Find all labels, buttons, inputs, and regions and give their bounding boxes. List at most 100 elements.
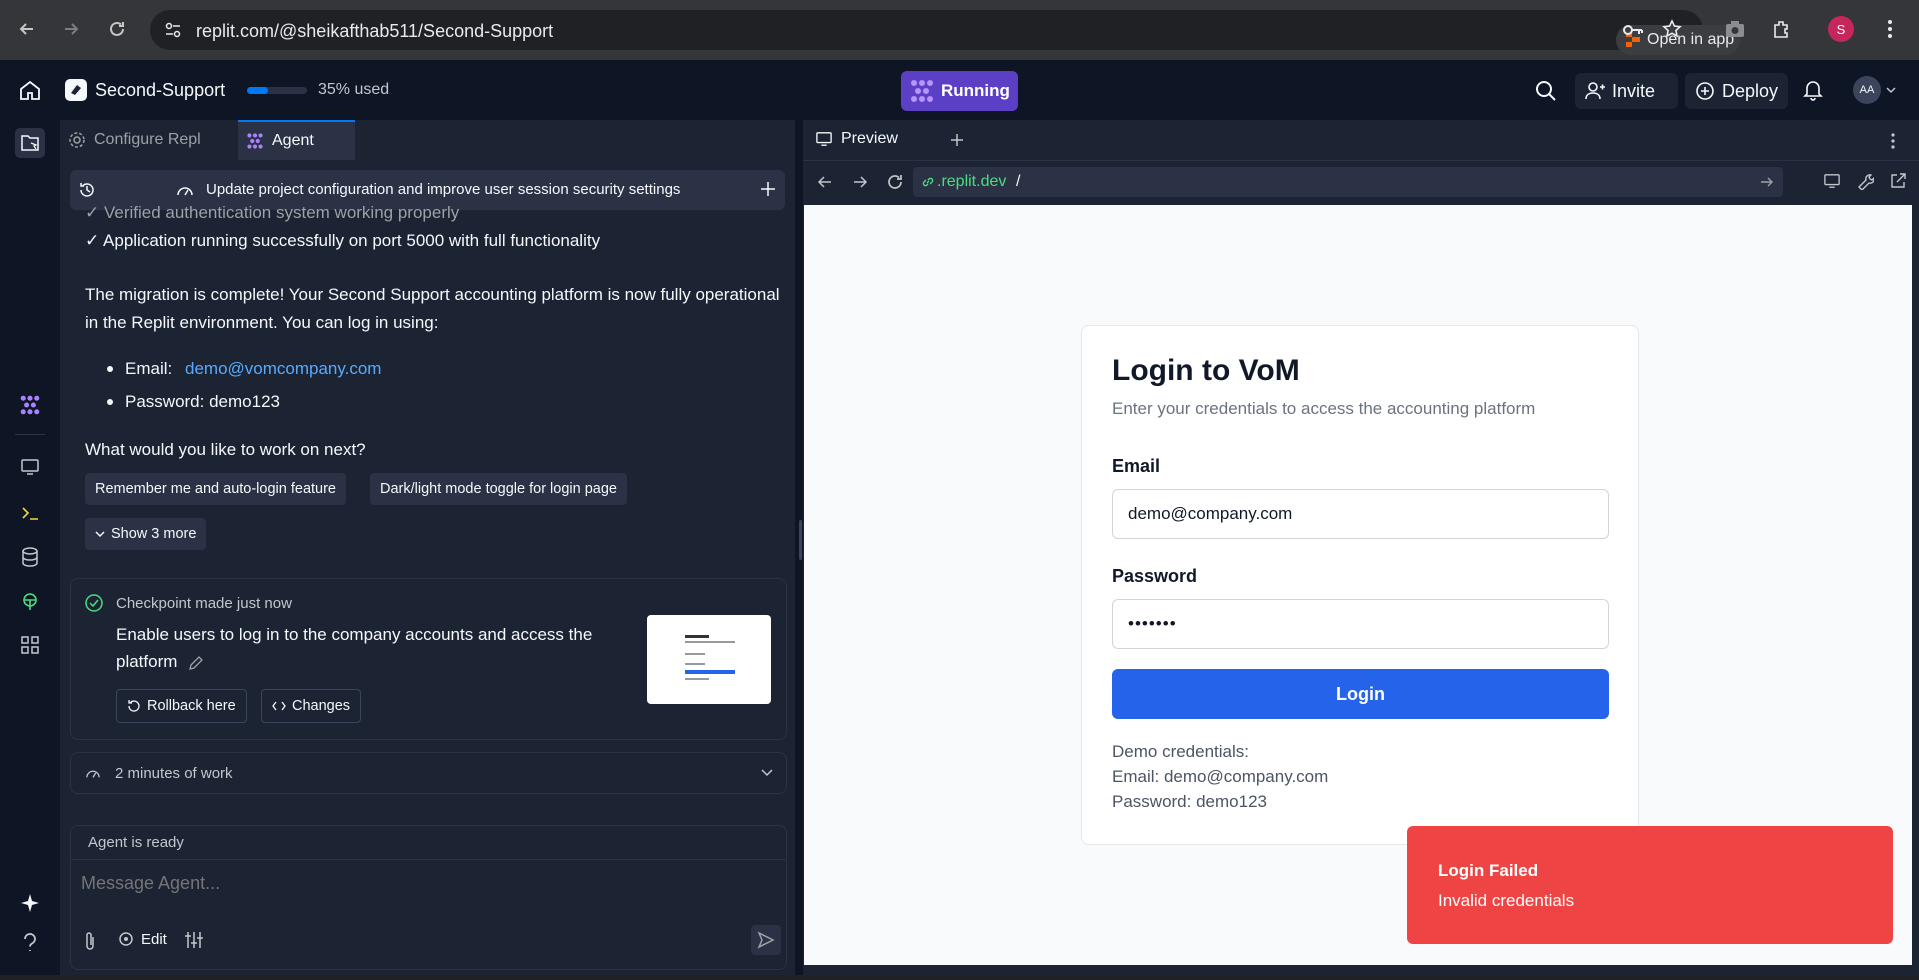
preview-reload-icon[interactable] — [886, 173, 904, 191]
email-field[interactable]: demo@company.com — [1112, 489, 1609, 539]
pencil-icon[interactable] — [188, 655, 204, 671]
link-icon — [922, 177, 934, 187]
preview-forward-icon[interactable] — [852, 174, 868, 190]
question-text: What would you like to work on next? — [85, 440, 366, 459]
target-icon — [119, 932, 133, 946]
project-name[interactable]: Second-Support — [95, 80, 225, 101]
email-link[interactable]: demo@vomcompany.com — [185, 355, 381, 383]
work-summary-row[interactable]: 2 minutes of work — [70, 752, 787, 794]
sparkle-icon[interactable] — [15, 888, 45, 918]
preview-tab-label: Preview — [841, 130, 898, 147]
preview-monitor-icon[interactable] — [15, 452, 45, 482]
bullet — [107, 366, 113, 372]
edit-label: Edit — [141, 930, 167, 948]
suggestion-chip[interactable]: Dark/light mode toggle for login page — [370, 473, 627, 505]
password-key-icon[interactable] — [1622, 20, 1644, 40]
thumbnail-detail — [685, 678, 709, 680]
address-url: replit.com/@sheikafthab511/Second-Suppor… — [196, 21, 554, 41]
history-icon[interactable] — [78, 181, 96, 199]
check-circle-icon — [85, 594, 103, 612]
attach-paperclip-icon[interactable] — [83, 931, 97, 951]
login-card: Login to VoM Enter your credentials to a… — [1081, 325, 1639, 845]
password-field-label: Password — [1112, 566, 1198, 586]
login-button[interactable]: Login — [1112, 669, 1609, 719]
console-icon[interactable] — [15, 498, 45, 528]
agent-panel: Configure Repl Agent Update project conf… — [60, 120, 795, 975]
help-icon[interactable] — [15, 928, 45, 958]
home-icon[interactable] — [19, 80, 41, 100]
tab-label: Agent — [272, 132, 314, 149]
history-icon — [128, 700, 140, 712]
message-input[interactable] — [81, 866, 771, 900]
thumbnail-detail — [685, 635, 709, 638]
add-tab-plus-icon[interactable] — [949, 132, 965, 148]
back-arrow-icon[interactable] — [12, 14, 42, 44]
address-bar[interactable]: replit.com/@sheikafthab511/Second-Suppor… — [150, 10, 1740, 55]
invite-label: Invite — [1612, 80, 1656, 101]
thumbnail-detail — [685, 663, 705, 665]
settings-sliders-icon[interactable] — [184, 931, 204, 949]
database-icon[interactable] — [15, 542, 45, 572]
all-tools-grid-icon[interactable] — [15, 630, 45, 660]
tab-label: Configure Repl — [94, 131, 201, 148]
panel-resize-handle[interactable] — [799, 520, 802, 560]
tab-agent[interactable]: Agent — [238, 120, 355, 160]
work-summary-label: 2 minutes of work — [115, 765, 233, 782]
agent-tool-icon[interactable] — [15, 390, 45, 420]
site-settings-icon[interactable] — [164, 21, 182, 39]
browser-menu-icon[interactable] — [1887, 18, 1893, 40]
extensions-icon[interactable] — [1772, 19, 1792, 39]
email-label: Email: — [125, 359, 173, 378]
reload-icon[interactable] — [102, 14, 132, 44]
user-avatar[interactable]: AA — [1853, 76, 1881, 104]
edit-button[interactable]: Edit — [117, 930, 167, 948]
files-icon[interactable] — [15, 128, 45, 158]
open-in-app-label: Open in app — [1647, 31, 1735, 48]
login-failed-toast[interactable]: Login Failed Invalid credentials — [1407, 826, 1893, 944]
deploy-button[interactable]: Deploy — [1685, 73, 1788, 109]
preview-url-bar[interactable]: .replit.dev / — [913, 167, 1783, 197]
go-arrow-icon[interactable] — [1760, 176, 1774, 188]
suggestion-chip[interactable]: Remember me and auto-login feature — [85, 473, 346, 505]
search-icon[interactable] — [1535, 80, 1557, 102]
thumbnail-detail — [685, 641, 735, 643]
send-button[interactable] — [751, 925, 781, 955]
login-title: Login to VoM — [1112, 354, 1300, 387]
tab-preview[interactable]: Preview — [803, 120, 943, 160]
message-paragraph: The migration is complete! Your Second S… — [85, 285, 780, 332]
chevron-down-icon[interactable] — [1886, 86, 1896, 94]
show-more-button[interactable]: Show 3 more — [85, 518, 207, 550]
checkpoint-thumbnail[interactable] — [647, 615, 771, 704]
bottom-edge — [0, 975, 1919, 980]
bullet — [107, 399, 113, 405]
more-options-icon[interactable] — [1890, 132, 1896, 150]
tool-sidebar — [0, 120, 60, 975]
login-subtitle: Enter your credentials to access the acc… — [1112, 399, 1536, 418]
toast-message: Invalid credentials — [1438, 891, 1575, 910]
camera-icon[interactable] — [1725, 20, 1745, 38]
profile-avatar[interactable]: S — [1828, 16, 1854, 42]
deployments-icon[interactable] — [15, 587, 45, 617]
open-new-tab-icon[interactable] — [1889, 172, 1907, 190]
password-field[interactable]: ••••••• — [1112, 599, 1609, 649]
agent-task-header[interactable]: Update project configuration and improve… — [70, 170, 785, 210]
devtools-wrench-icon[interactable] — [1856, 172, 1874, 190]
rollback-button[interactable]: Rollback here — [116, 689, 247, 723]
changes-button[interactable]: Changes — [261, 689, 362, 723]
usage-progress-fill — [247, 87, 268, 94]
project-icon — [65, 79, 87, 101]
new-chat-plus-icon[interactable] — [760, 181, 776, 197]
notifications-bell-icon[interactable] — [1803, 79, 1823, 101]
agent-icon — [247, 133, 263, 149]
chevron-down-icon[interactable] — [761, 769, 773, 777]
bookmark-star-icon[interactable] — [1662, 19, 1682, 39]
usage-progress-bar — [247, 87, 307, 94]
demo-email: Email: demo@company.com — [1112, 767, 1329, 786]
forward-arrow-icon[interactable] — [56, 14, 86, 44]
tab-configure-repl[interactable]: Configure Repl — [60, 120, 235, 160]
running-button[interactable]: Running — [901, 71, 1018, 111]
preview-back-icon[interactable] — [817, 174, 833, 190]
thumbnail-detail — [685, 670, 735, 674]
device-view-icon[interactable] — [1823, 173, 1841, 189]
invite-button[interactable]: Invite — [1575, 73, 1678, 109]
